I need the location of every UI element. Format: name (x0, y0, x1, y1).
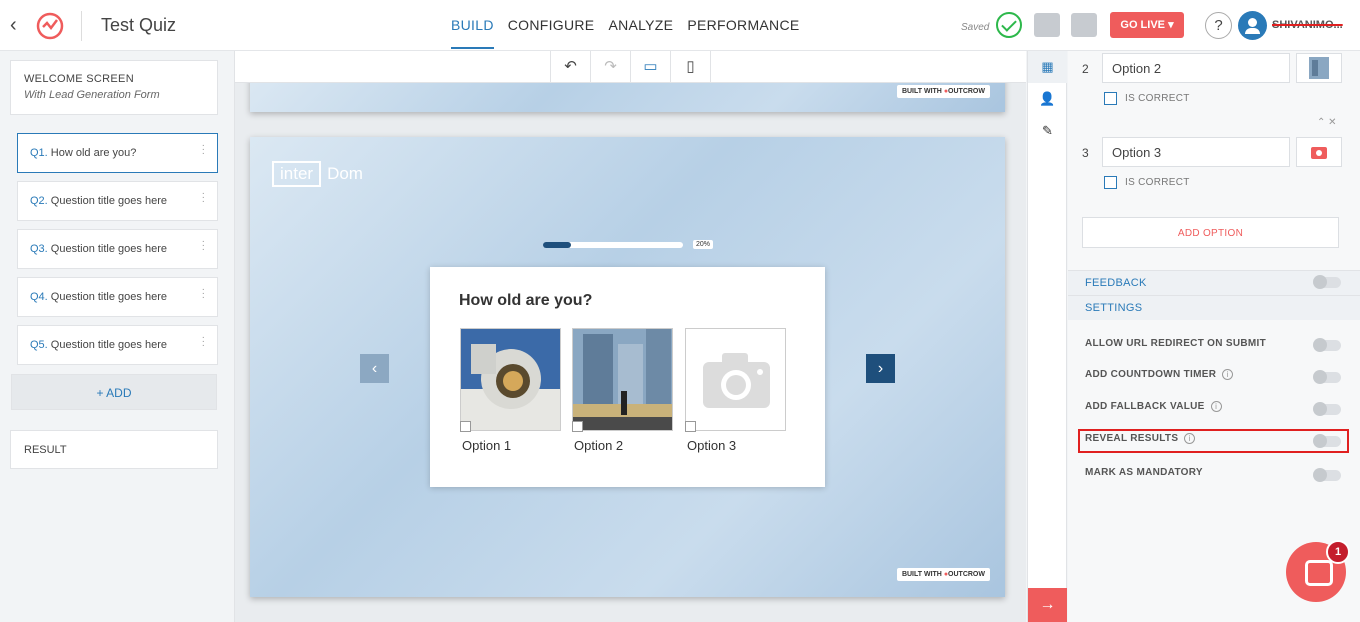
prev-arrow-button[interactable]: ‹ (360, 354, 389, 383)
result-card[interactable]: RESULT (10, 430, 218, 469)
help-button[interactable]: ? (1205, 12, 1232, 39)
brand-logo: inter Dom (272, 161, 369, 187)
saved-status: Saved (961, 22, 990, 33)
layout-grid-icon[interactable]: ▦ (1028, 51, 1067, 83)
option-3-label: Option 3 (687, 438, 737, 453)
welcome-subtitle: With Lead Generation Form (24, 89, 160, 101)
allow-url-redirect-toggle[interactable] (1313, 338, 1341, 352)
feedback-toggle[interactable] (1313, 275, 1341, 289)
username[interactable]: SHIVANIMO... (1272, 19, 1343, 31)
undo-icon[interactable]: ↶ (551, 51, 591, 83)
option-3[interactable]: Option 3 (685, 328, 786, 453)
next-arrow-button[interactable]: › (866, 354, 895, 383)
option-1-checkbox[interactable] (460, 421, 471, 432)
tab-build[interactable]: BUILD (451, 17, 494, 49)
option-3-is-correct[interactable]: IS CORRECT (1104, 176, 1190, 189)
tab-configure[interactable]: CONFIGURE (508, 17, 595, 49)
back-arrow-icon[interactable]: ‹ (10, 14, 17, 37)
question-card-4[interactable]: Q4. Question title goes here · · · (17, 277, 218, 317)
redo-icon[interactable]: ↷ (591, 51, 631, 83)
collapse-icon[interactable]: ⌃ ✕ (1317, 117, 1337, 128)
side-icon-bar: ▦ 👤 ✎ → (1027, 51, 1067, 622)
option-2-image-thumb[interactable] (1296, 53, 1342, 83)
settings-section[interactable]: SETTINGS (1068, 295, 1360, 320)
question-card-5[interactable]: Q5. Question title goes here · · · (17, 325, 218, 365)
camera-placeholder-icon (685, 328, 786, 431)
progress-bar (543, 242, 683, 248)
welcome-title: WELCOME SCREEN (24, 73, 134, 85)
quiz-title[interactable]: Test Quiz (101, 15, 176, 36)
preview-canvas: BUILT WITH ●OUTCROW inter Dom 20% ‹ › How… (235, 51, 1026, 622)
question-card-1[interactable]: Q1. How old are you? · · · (17, 133, 218, 173)
option-2[interactable]: Option 2 (572, 328, 673, 453)
countdown-timer-label: ADD COUNTDOWN TIMER i (1085, 369, 1234, 380)
allow-url-redirect-label: ALLOW URL REDIRECT ON SUBMIT (1085, 338, 1266, 349)
option-2-checkbox[interactable] (572, 421, 583, 432)
add-question-button[interactable]: + ADD (11, 374, 217, 410)
fallback-value-label: ADD FALLBACK VALUE i (1085, 401, 1222, 412)
go-live-button[interactable]: GO LIVE ▾ (1110, 12, 1184, 38)
divider (81, 11, 82, 41)
option-2-number: 2 (1082, 62, 1089, 76)
countdown-timer-toggle[interactable] (1313, 370, 1341, 384)
desktop-view-icon[interactable]: ▭ (631, 51, 671, 83)
add-option-button[interactable]: ADD OPTION (1082, 217, 1339, 248)
mandatory-toggle[interactable] (1313, 468, 1341, 482)
drag-handle-icon[interactable]: · · · (202, 189, 205, 207)
drag-handle-icon[interactable]: · · · (202, 333, 205, 351)
drag-handle-icon[interactable]: · · · (202, 285, 205, 303)
preview-eye-button[interactable] (1071, 13, 1097, 37)
templates-button[interactable] (1034, 13, 1060, 37)
built-with-badge: BUILT WITH ●OUTCROW (896, 85, 990, 98)
question-card-3[interactable]: Q3. Question title goes here · · · (17, 229, 218, 269)
user-avatar-icon[interactable] (1238, 11, 1267, 40)
option-2-input[interactable] (1102, 53, 1290, 83)
fallback-value-toggle[interactable] (1313, 402, 1341, 416)
astronaut-image (460, 328, 561, 431)
settings-panel: 2 IS CORRECT ⌃ ✕ 3 IS CORRECT ADD OPTION… (1068, 51, 1360, 622)
mobile-view-icon[interactable]: ▯ (671, 51, 711, 83)
canvas-toolbar: ↶ ↷ ▭ ▯ (235, 51, 1026, 83)
question-title: How old are you? (459, 292, 593, 309)
question-slide: inter Dom 20% ‹ › How old are you? Optio… (250, 137, 1005, 597)
question-box: How old are you? Option 1 Option 2 Optio… (430, 267, 825, 487)
saved-check-icon (996, 12, 1022, 38)
reveal-results-highlight (1078, 429, 1349, 453)
info-icon[interactable]: i (1222, 369, 1234, 380)
option-3-checkbox[interactable] (685, 421, 696, 432)
option-3-number: 3 (1082, 146, 1089, 160)
top-bar: ‹ Test Quiz BUILD CONFIGURE ANALYZE PERF… (0, 0, 1360, 51)
option-2-is-correct[interactable]: IS CORRECT (1104, 92, 1190, 105)
question-card-2[interactable]: Q2. Question title goes here · · · (17, 181, 218, 221)
question-list-panel: WELCOME SCREEN With Lead Generation Form… (0, 51, 235, 622)
progress-percent: 20% (693, 240, 714, 249)
info-icon[interactable]: i (1210, 401, 1222, 412)
tab-analyze[interactable]: ANALYZE (608, 17, 673, 49)
forward-arrow-button[interactable]: → (1028, 588, 1067, 622)
checkbox[interactable] (1104, 176, 1117, 189)
option-1[interactable]: Option 1 (460, 328, 561, 453)
mandatory-label: MARK AS MANDATORY (1085, 467, 1203, 478)
option-3-input[interactable] (1102, 137, 1290, 167)
checkbox[interactable] (1104, 92, 1117, 105)
option-1-label: Option 1 (462, 438, 512, 453)
outcrow-logo-icon[interactable] (34, 9, 66, 41)
tab-performance[interactable]: PERFORMANCE (687, 17, 799, 49)
built-with-badge: BUILT WITH ●OUTCROW (896, 568, 990, 581)
pencil-icon[interactable]: ✎ (1028, 115, 1067, 147)
option-2-label: Option 2 (574, 438, 624, 453)
drag-handle-icon[interactable]: · · · (202, 237, 205, 255)
chat-unread-badge: 1 (1326, 540, 1350, 564)
add-user-icon[interactable]: 👤 (1028, 83, 1067, 115)
welcome-screen-card[interactable]: WELCOME SCREEN With Lead Generation Form (10, 60, 218, 115)
city-building-image (572, 328, 673, 431)
drag-handle-icon[interactable]: · · · (202, 141, 205, 159)
add-image-icon[interactable] (1296, 137, 1342, 167)
main-tabs: BUILD CONFIGURE ANALYZE PERFORMANCE (451, 17, 800, 49)
